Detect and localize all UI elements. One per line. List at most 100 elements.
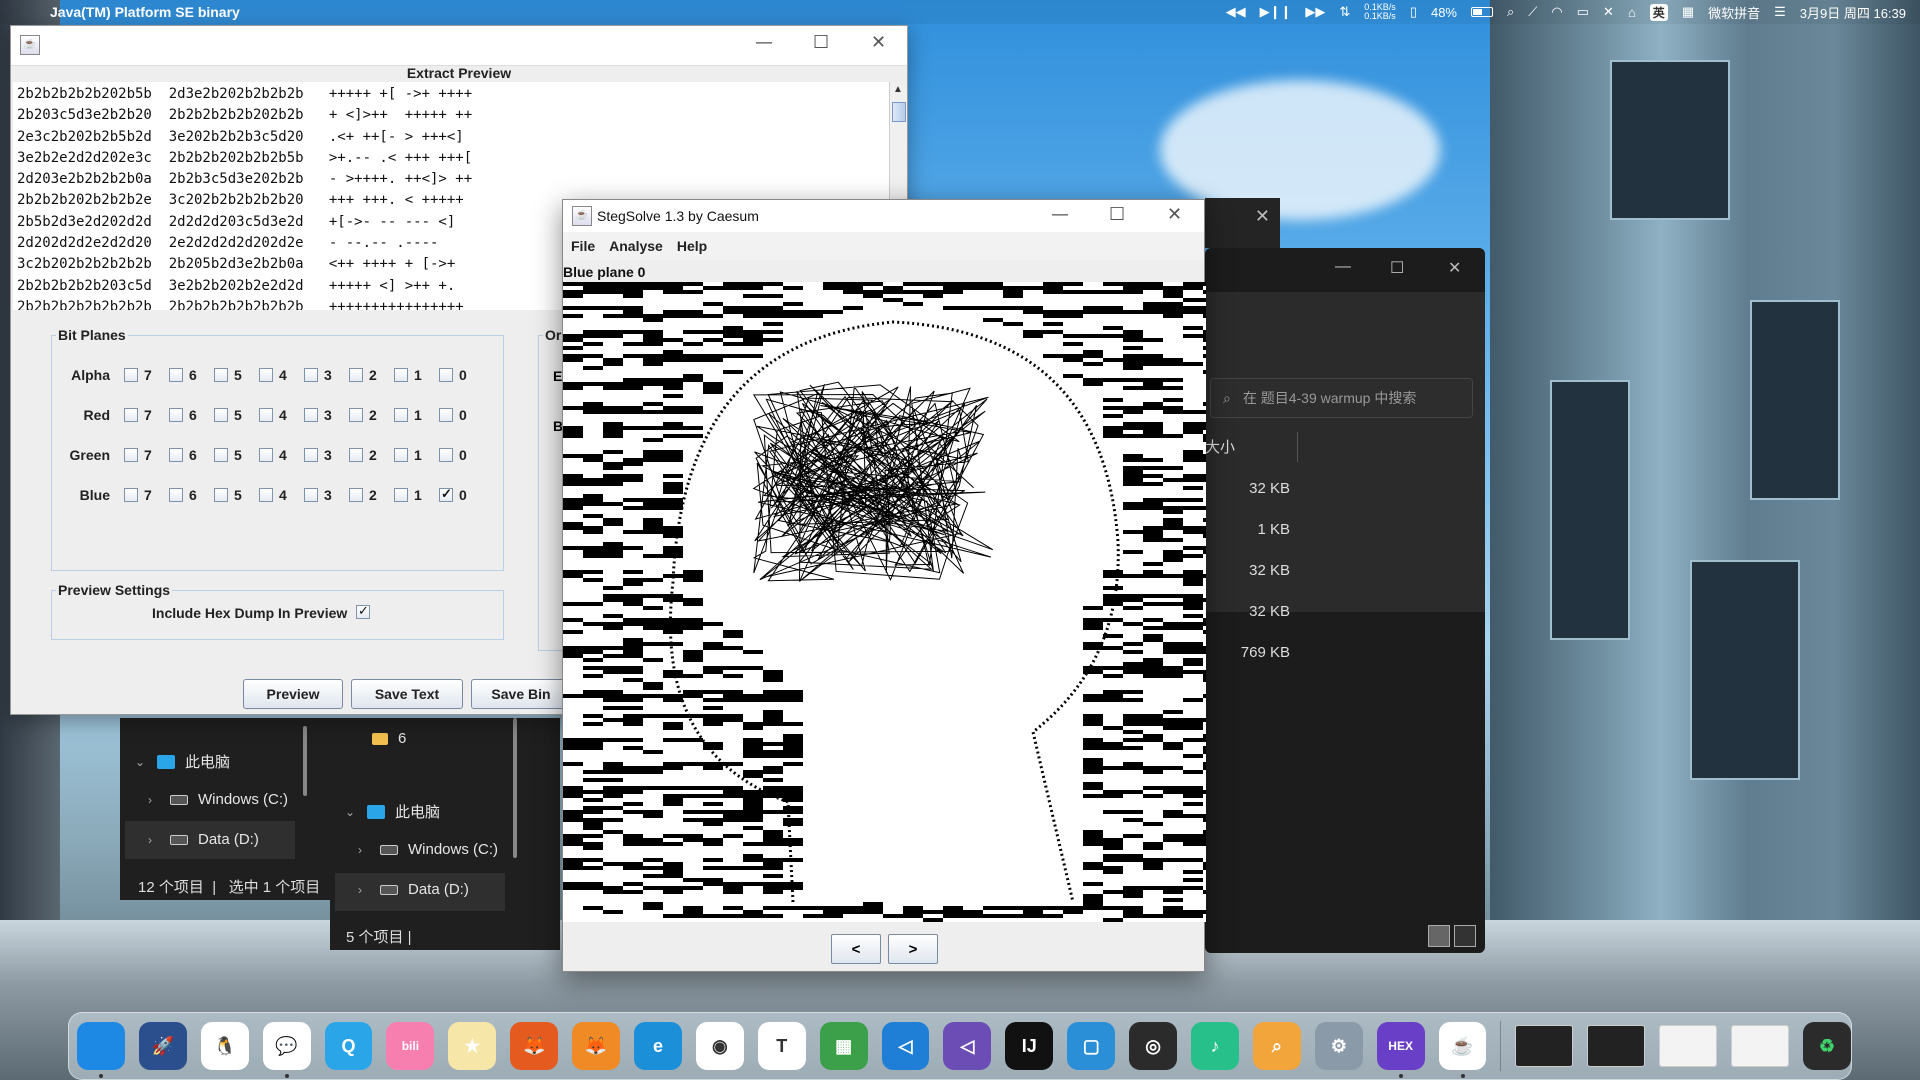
minimized-window-thumbnail[interactable] (1587, 1025, 1646, 1067)
include-hex-checkbox[interactable] (356, 603, 387, 619)
battery-icon[interactable] (1471, 7, 1493, 17)
bit-checkbox[interactable]: 6 (169, 487, 200, 503)
minimize-icon[interactable]: — (1051, 204, 1069, 225)
nav-this-pc[interactable]: ⌄ 此电脑 (345, 801, 440, 822)
firefox-icon[interactable]: 🦊 (510, 1022, 559, 1070)
bit-checkbox[interactable]: 4 (259, 407, 290, 423)
bit-checkbox[interactable]: 3 (304, 487, 335, 503)
nav-drive-d[interactable]: › Data (D:) (358, 881, 469, 898)
bit-checkbox[interactable]: 5 (214, 407, 245, 423)
ime-grid-icon[interactable]: ▦ (1682, 4, 1694, 20)
notification-icon[interactable]: ⌂ (1628, 5, 1636, 20)
bilibili-icon[interactable]: bili (386, 1022, 435, 1070)
wifi-icon[interactable]: ◠ (1551, 4, 1562, 20)
nav-drive-c[interactable]: › Windows (C:) (148, 791, 288, 808)
chevron-right-icon[interactable]: › (358, 883, 370, 897)
qq-browser-icon[interactable]: Q (324, 1022, 373, 1070)
explorer-window-b[interactable]: 6 ⌄ 此电脑 › Windows (C:) › Data (D:) 5 个项目… (330, 718, 560, 950)
folder-item[interactable]: 6 (372, 730, 406, 747)
tiles-view-icon[interactable] (1454, 925, 1476, 947)
minimized-window-thumbnail[interactable] (1515, 1025, 1574, 1067)
bit-checkbox[interactable]: 6 (169, 447, 200, 463)
details-view-icon[interactable] (1428, 925, 1450, 947)
typora-icon[interactable]: T (757, 1022, 806, 1070)
view-toggle[interactable] (1428, 925, 1476, 947)
bit-checkbox[interactable]: 4 (259, 487, 290, 503)
control-center-icon[interactable]: ☰ (1774, 4, 1786, 20)
bit-checkbox[interactable]: 1 (394, 367, 425, 383)
size-column-header[interactable]: 大小 (1205, 436, 1235, 457)
clock[interactable]: 3月9日 周四 16:39 (1800, 3, 1906, 22)
search-app-icon[interactable]: ⌕ (1252, 1022, 1301, 1070)
colorful-app-icon[interactable]: ▦ (819, 1022, 868, 1070)
ime-lang-badge[interactable]: 英 (1649, 3, 1668, 21)
minimize-icon[interactable]: — (755, 32, 773, 53)
title-bar[interactable]: ☕ StegSolve 1.3 by Caesum — ☐ ✕ (563, 200, 1204, 232)
menu-help[interactable]: Help (677, 238, 707, 254)
search-input[interactable]: ⌕ 在 题目4-39 warmup 中搜索 (1210, 378, 1473, 418)
media-prev-icon[interactable]: ◀◀ (1226, 4, 1246, 20)
active-app-name[interactable]: Java(TM) Platform SE binary (50, 4, 240, 20)
chevron-right-icon[interactable]: › (148, 833, 160, 847)
bit-checkbox[interactable]: 0 (439, 407, 470, 423)
bit-checkbox[interactable]: 3 (304, 447, 335, 463)
hex-editor-icon[interactable]: HEX (1376, 1022, 1425, 1078)
settings-icon[interactable]: ⚙ (1314, 1022, 1363, 1070)
ime-name[interactable]: 微软拼音 (1708, 3, 1760, 22)
display-icon[interactable]: ▭ (1577, 4, 1589, 20)
bit-checkbox[interactable]: 5 (214, 487, 245, 503)
bit-checkbox[interactable]: 2 (349, 367, 380, 383)
memory-icon[interactable]: ▯ (1410, 4, 1417, 20)
chevron-down-icon[interactable]: ⌄ (345, 805, 357, 819)
save-bin-button[interactable]: Save Bin (471, 679, 571, 709)
wechat-icon[interactable]: 💬 (262, 1022, 311, 1078)
explorer-window-right[interactable]: — ☐ ✕ (1205, 248, 1485, 953)
save-text-button[interactable]: Save Text (351, 679, 463, 709)
bit-checkbox[interactable]: 4 (259, 447, 290, 463)
minimized-window-thumbnail[interactable] (1659, 1025, 1718, 1067)
media-next-icon[interactable]: ▶▶ (1305, 4, 1325, 20)
maximize-icon[interactable]: ☐ (1390, 258, 1404, 278)
minimize-icon[interactable]: — (1335, 258, 1351, 276)
bit-checkbox[interactable]: 2 (349, 447, 380, 463)
recycle-bin-icon[interactable]: ♻ (1802, 1022, 1851, 1070)
scroll-thumb[interactable] (892, 102, 906, 122)
close-icon[interactable]: ✕ (1448, 258, 1461, 278)
close-icon[interactable]: ✕ (871, 32, 886, 53)
chevron-down-icon[interactable]: ⌄ (135, 755, 147, 769)
nav-drive-d[interactable]: › Data (D:) (148, 831, 259, 848)
media-play-pause-icon[interactable]: ▶❙❙ (1260, 4, 1292, 20)
edge-icon[interactable]: e (634, 1022, 682, 1070)
menu-file[interactable]: File (571, 238, 595, 254)
spotlight-icon[interactable]: ⌕ (1507, 4, 1514, 20)
preview-button[interactable]: Preview (243, 679, 343, 709)
bit-checkbox[interactable]: 7 (124, 487, 155, 503)
maximize-icon[interactable]: ☐ (1109, 204, 1125, 225)
menu-analyse[interactable]: Analyse (609, 238, 663, 254)
bit-checkbox[interactable]: 1 (394, 407, 425, 423)
bit-checkbox[interactable]: 7 (124, 447, 155, 463)
close-icon[interactable]: ✕ (1167, 204, 1182, 225)
bit-checkbox[interactable]: 0 (439, 486, 470, 503)
vscode-icon[interactable]: ◁ (881, 1022, 930, 1070)
next-plane-button[interactable]: > (888, 934, 938, 964)
window-app-icon[interactable]: ▢ (1067, 1022, 1116, 1070)
column-divider[interactable] (1297, 432, 1298, 462)
qq-icon[interactable]: 🐧 (200, 1022, 249, 1070)
bit-checkbox[interactable]: 0 (439, 447, 470, 463)
finder-icon[interactable] (77, 1022, 125, 1078)
explorer-window-a[interactable]: ⌄ 此电脑 › Windows (C:) › Data (D:) 12 个项目 … (120, 718, 330, 900)
chevron-right-icon[interactable]: › (148, 793, 160, 807)
close-icon[interactable]: ✕ (1255, 206, 1270, 227)
intellij-icon[interactable]: IJ (1005, 1022, 1054, 1070)
explorer-window-back[interactable]: ✕ (1205, 198, 1280, 248)
bit-checkbox[interactable]: 4 (259, 367, 290, 383)
star-app-icon[interactable]: ★ (448, 1022, 497, 1070)
bit-checkbox[interactable]: 7 (124, 407, 155, 423)
bit-checkbox[interactable]: 1 (394, 447, 425, 463)
nav-drive-c[interactable]: › Windows (C:) (358, 841, 498, 858)
prev-plane-button[interactable]: < (831, 934, 881, 964)
launchpad-icon[interactable]: 🚀 (138, 1022, 187, 1070)
nav-this-pc[interactable]: ⌄ 此电脑 (135, 751, 230, 772)
minimized-window-thumbnail[interactable] (1731, 1025, 1789, 1067)
